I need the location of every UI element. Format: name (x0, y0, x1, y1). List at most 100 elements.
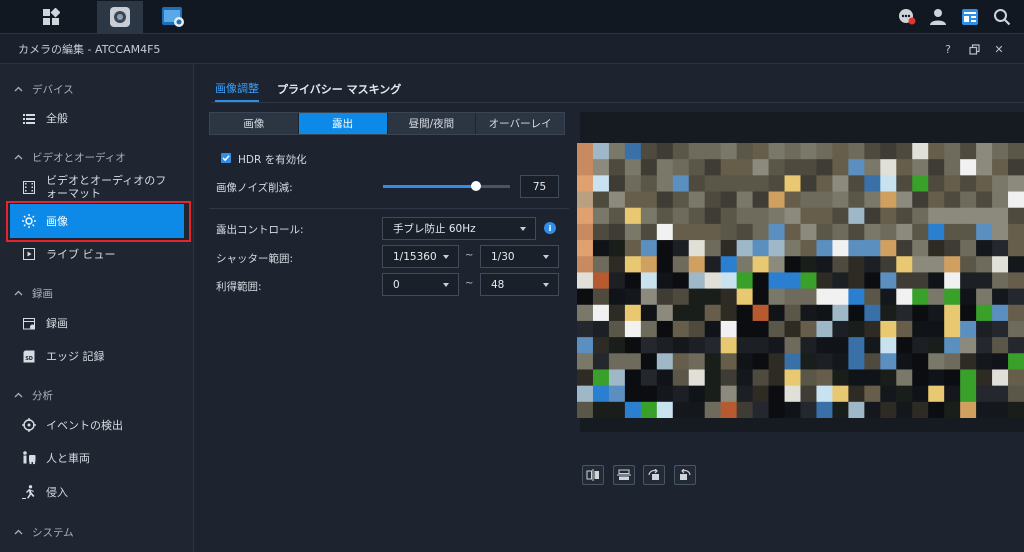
user-button[interactable] (923, 0, 953, 34)
rotate-left-button[interactable] (643, 465, 665, 485)
shutter-min-value: 1/15360 (393, 250, 437, 263)
film-icon (22, 180, 36, 194)
sidebar-item-label: 録画 (46, 316, 68, 330)
search-icon (994, 9, 1011, 26)
gain-range-label: 利得範囲: (216, 281, 262, 293)
gain-min-select[interactable]: 0 (382, 273, 459, 296)
restore-icon (968, 43, 980, 55)
segment-overlay[interactable]: オーバーレイ (476, 113, 564, 134)
segment-exposure[interactable]: 露出 (298, 113, 388, 134)
main-panel: 画像調整 プライバシー マスキング 画像 露出 昼間/夜間 オーバーレイ HDR… (195, 64, 1024, 552)
sidebar-item-label: 画像 (46, 214, 68, 228)
chevron-down-icon (443, 255, 449, 259)
sidebar-item-image[interactable]: 画像 (10, 204, 184, 238)
recording-app-button[interactable] (150, 1, 196, 33)
sidebar-section-label: 録画 (32, 287, 53, 300)
svg-text:SD: SD (25, 356, 33, 362)
sidebar-item-label: エッジ 記録 (46, 349, 105, 363)
gain-max-select[interactable]: 48 (480, 273, 559, 296)
window-title: カメラの編集 - ATCCAM4F5 (18, 42, 161, 56)
shutter-max-value: 1/30 (491, 250, 515, 263)
sidebar-item-label: イベントの検出 (46, 418, 123, 432)
sidebar-item-edge-recording[interactable]: SD エッジ 記録 (0, 340, 194, 372)
sd-card-icon: SD (22, 349, 36, 363)
flip-horizontal-button[interactable] (582, 465, 604, 485)
user-icon (930, 9, 946, 25)
sidebar-item-general[interactable]: 全般 (0, 102, 194, 134)
flip-horizontal-icon (586, 469, 599, 481)
range-separator: ~ (465, 278, 474, 289)
sidebar-section-recording[interactable]: 録画 (14, 284, 53, 302)
sidebar-item-recording[interactable]: 録画 (0, 307, 194, 339)
segment-day-night[interactable]: 昼間/夜間 (387, 113, 477, 134)
sidebar-item-people-vehicles[interactable]: 人と車両 (0, 442, 194, 474)
sidebar-item-video-format[interactable]: ビデオとオーディオのフォーマット (0, 169, 194, 205)
chevron-up-icon (14, 529, 23, 535)
exposure-control-label: 露出コントロール: (216, 224, 304, 236)
chevron-down-icon (443, 283, 449, 287)
rotate-left-icon (648, 469, 659, 480)
search-button[interactable] (987, 0, 1017, 34)
tab-bar: 画像調整 プライバシー マスキング (215, 76, 401, 102)
chevron-down-icon (520, 227, 526, 231)
restore-button[interactable] (966, 41, 982, 57)
widgets-button[interactable] (955, 0, 985, 34)
sidebar-item-label: ビデオとオーディオのフォーマット (46, 174, 167, 200)
dashboard-icon (962, 9, 978, 25)
close-button[interactable]: ✕ (991, 41, 1007, 57)
chevron-up-icon (14, 392, 23, 398)
app-grid-button[interactable] (28, 1, 74, 33)
tab-privacy-masking[interactable]: プライバシー マスキング (277, 76, 401, 102)
check-icon (222, 155, 230, 162)
sidebar-item-event-detection[interactable]: イベントの検出 (0, 409, 194, 441)
brightness-icon (22, 214, 36, 228)
camera-preview-image (577, 143, 1024, 418)
sidebar-item-intrusion[interactable]: 侵入 (0, 476, 194, 508)
calendar-record-icon (22, 316, 36, 330)
person-car-icon (22, 451, 36, 465)
chevron-up-icon (14, 154, 23, 160)
noise-slider-handle[interactable] (471, 181, 481, 191)
noise-slider-fill (383, 185, 477, 188)
noise-value-input[interactable]: 75 (520, 175, 559, 198)
rotate-right-icon (680, 469, 691, 480)
hdr-checkbox[interactable] (221, 153, 231, 163)
shutter-max-select[interactable]: 1/30 (480, 245, 559, 268)
sidebar-section-analytics[interactable]: 分析 (14, 386, 53, 404)
sidebar-section-system[interactable]: システム (14, 523, 74, 541)
flip-vertical-icon (617, 469, 631, 480)
noise-reduction-label: 画像ノイズ削減: (216, 182, 293, 194)
play-box-icon (22, 247, 36, 261)
sidebar-item-label: 全般 (46, 111, 68, 125)
shutter-min-select[interactable]: 1/15360 (382, 245, 459, 268)
tab-divider (211, 102, 1024, 103)
sidebar-item-label: ライブ ビュー (46, 247, 116, 261)
info-icon[interactable]: i (544, 222, 556, 234)
sidebar-section-video-audio[interactable]: ビデオとオーディオ (14, 148, 126, 166)
section-divider (209, 208, 569, 209)
camera-app-button[interactable] (97, 1, 143, 33)
sidebar-section-label: ビデオとオーディオ (32, 151, 126, 164)
app-grid-icon (43, 8, 60, 25)
chat-notification-icon (899, 9, 916, 25)
shutter-range-label: シャッター範囲: (216, 253, 294, 265)
range-separator: ~ (465, 250, 474, 261)
segment-image[interactable]: 画像 (210, 113, 299, 134)
rotate-right-button[interactable] (674, 465, 696, 485)
help-button[interactable]: ? (940, 41, 956, 57)
camera-app-icon (110, 7, 130, 27)
chevron-down-icon (543, 255, 549, 259)
flip-vertical-button[interactable] (613, 465, 635, 485)
tab-image-adjustment[interactable]: 画像調整 (215, 76, 259, 102)
sidebar-item-live-view[interactable]: ライブ ビュー (0, 238, 194, 270)
exposure-control-select[interactable]: 手ブレ防止 60Hz (382, 217, 536, 240)
sidebar-section-label: システム (32, 526, 74, 539)
chevron-up-icon (14, 86, 23, 92)
list-icon (22, 111, 36, 125)
sidebar-section-device[interactable]: デバイス (14, 80, 74, 98)
recording-app-icon (162, 7, 184, 27)
gain-min-value: 0 (393, 278, 400, 291)
chevron-down-icon (543, 283, 549, 287)
notification-button[interactable] (892, 0, 922, 34)
running-person-icon (22, 485, 36, 499)
